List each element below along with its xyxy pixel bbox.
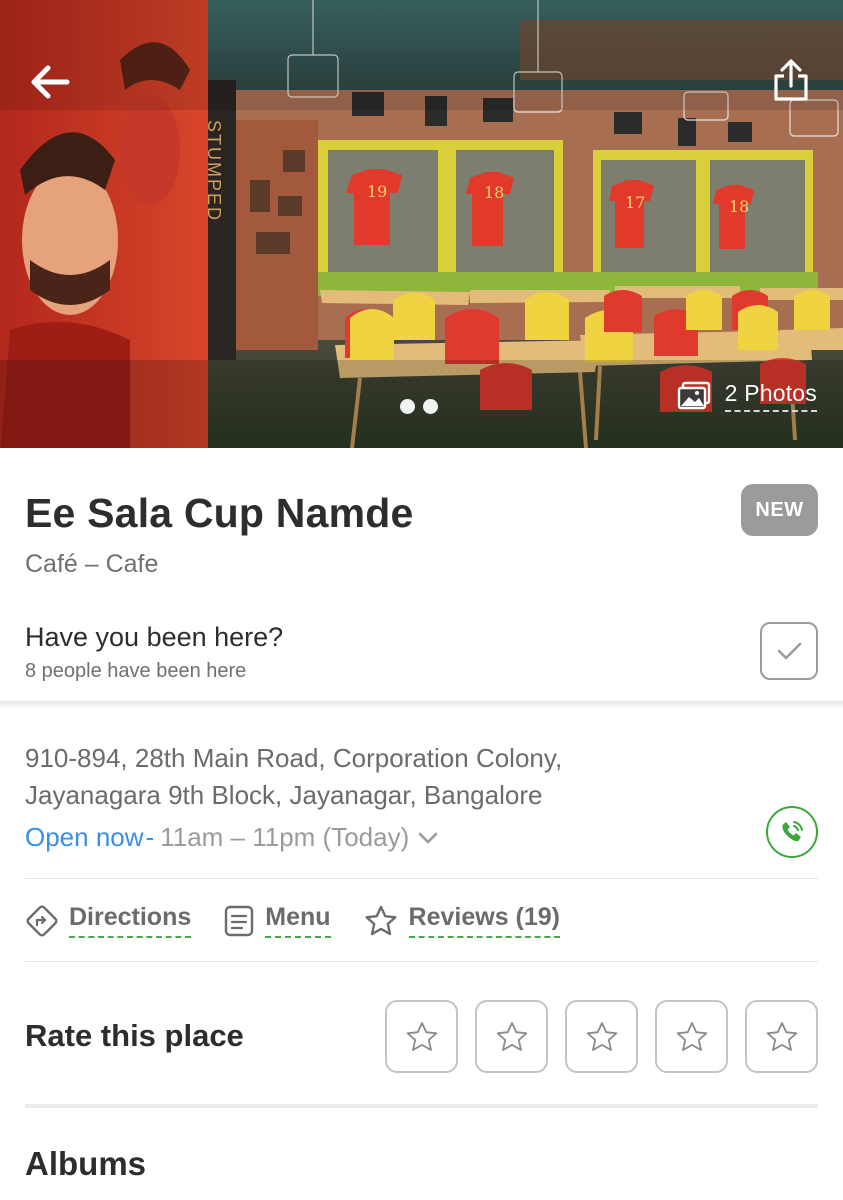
- jersey-number-4: 18: [729, 197, 749, 216]
- divider: [25, 878, 818, 879]
- star-outline-icon: [676, 1021, 707, 1051]
- place-category: Café – Cafe: [25, 550, 159, 578]
- section-divider: [25, 1104, 818, 1108]
- star-outline-icon: [365, 905, 397, 935]
- rate-star-3[interactable]: [565, 1000, 638, 1073]
- hero-photo[interactable]: 19 18 17 18 STUMPED 2 Photos: [0, 0, 843, 448]
- checkmark-icon: [777, 642, 802, 660]
- rate-this-place-label: Rate this place: [25, 1018, 244, 1053]
- address-line-2: Jayanagara 9th Block, Jayanagar, Bangalo…: [25, 780, 543, 810]
- menu-button[interactable]: Menu: [223, 903, 331, 938]
- menu-label: Menu: [265, 903, 331, 938]
- open-status: Open now: [25, 822, 144, 852]
- address[interactable]: 910-894, 28th Main Road, Corporation Col…: [25, 740, 765, 814]
- carousel-dot: [400, 399, 415, 414]
- place-name: Ee Sala Cup Namde: [25, 490, 414, 536]
- call-button[interactable]: [766, 806, 818, 858]
- hours-time: 11am – 11pm (Today): [160, 822, 410, 852]
- jersey-number-1: 19: [367, 182, 387, 201]
- been-here-count: 8 people have been here: [25, 660, 247, 682]
- phone-icon: [782, 821, 803, 842]
- carousel-indicator: [400, 399, 438, 414]
- directions-icon: [26, 904, 58, 937]
- carousel-dot: [423, 399, 438, 414]
- hours-separator: -: [145, 822, 155, 852]
- rate-star-1[interactable]: [385, 1000, 458, 1073]
- hours-expand-button[interactable]: [417, 831, 439, 845]
- reviews-label: Reviews (19): [408, 903, 561, 938]
- star-outline-icon: [406, 1021, 437, 1051]
- star-outline-icon: [586, 1021, 617, 1051]
- new-badge: NEW: [741, 484, 818, 536]
- jersey-number-3: 17: [625, 193, 645, 212]
- divider: [25, 961, 818, 962]
- action-bar: Directions Menu Reviews (19): [25, 903, 592, 938]
- share-icon: [774, 59, 808, 101]
- photos-link[interactable]: 2 Photos: [677, 380, 817, 412]
- jersey-number-2: 18: [484, 183, 504, 202]
- share-button[interactable]: [769, 56, 813, 104]
- star-outline-icon: [496, 1021, 527, 1051]
- rating-stars: [385, 1000, 818, 1073]
- reviews-button[interactable]: Reviews (19): [363, 903, 561, 938]
- rate-star-2[interactable]: [475, 1000, 548, 1073]
- been-here-question: Have you been here?: [25, 622, 284, 652]
- back-arrow-icon: [31, 65, 70, 99]
- address-line-1: 910-894, 28th Main Road, Corporation Col…: [25, 743, 563, 773]
- opening-hours[interactable]: Open now - 11am – 11pm (Today): [25, 822, 439, 853]
- photos-count-label: 2 Photos: [724, 380, 817, 412]
- rate-star-4[interactable]: [655, 1000, 728, 1073]
- menu-icon: [225, 905, 254, 936]
- rate-star-5[interactable]: [745, 1000, 818, 1073]
- section-divider: [0, 701, 843, 707]
- star-outline-icon: [766, 1021, 797, 1051]
- chevron-down-icon: [418, 832, 438, 843]
- directions-button[interactable]: Directions: [25, 903, 192, 938]
- albums-heading: Albums: [25, 1145, 147, 1182]
- back-button[interactable]: [26, 58, 74, 106]
- been-here-checkbox[interactable]: [760, 622, 818, 680]
- photos-icon: [677, 381, 710, 410]
- directions-label: Directions: [69, 903, 192, 938]
